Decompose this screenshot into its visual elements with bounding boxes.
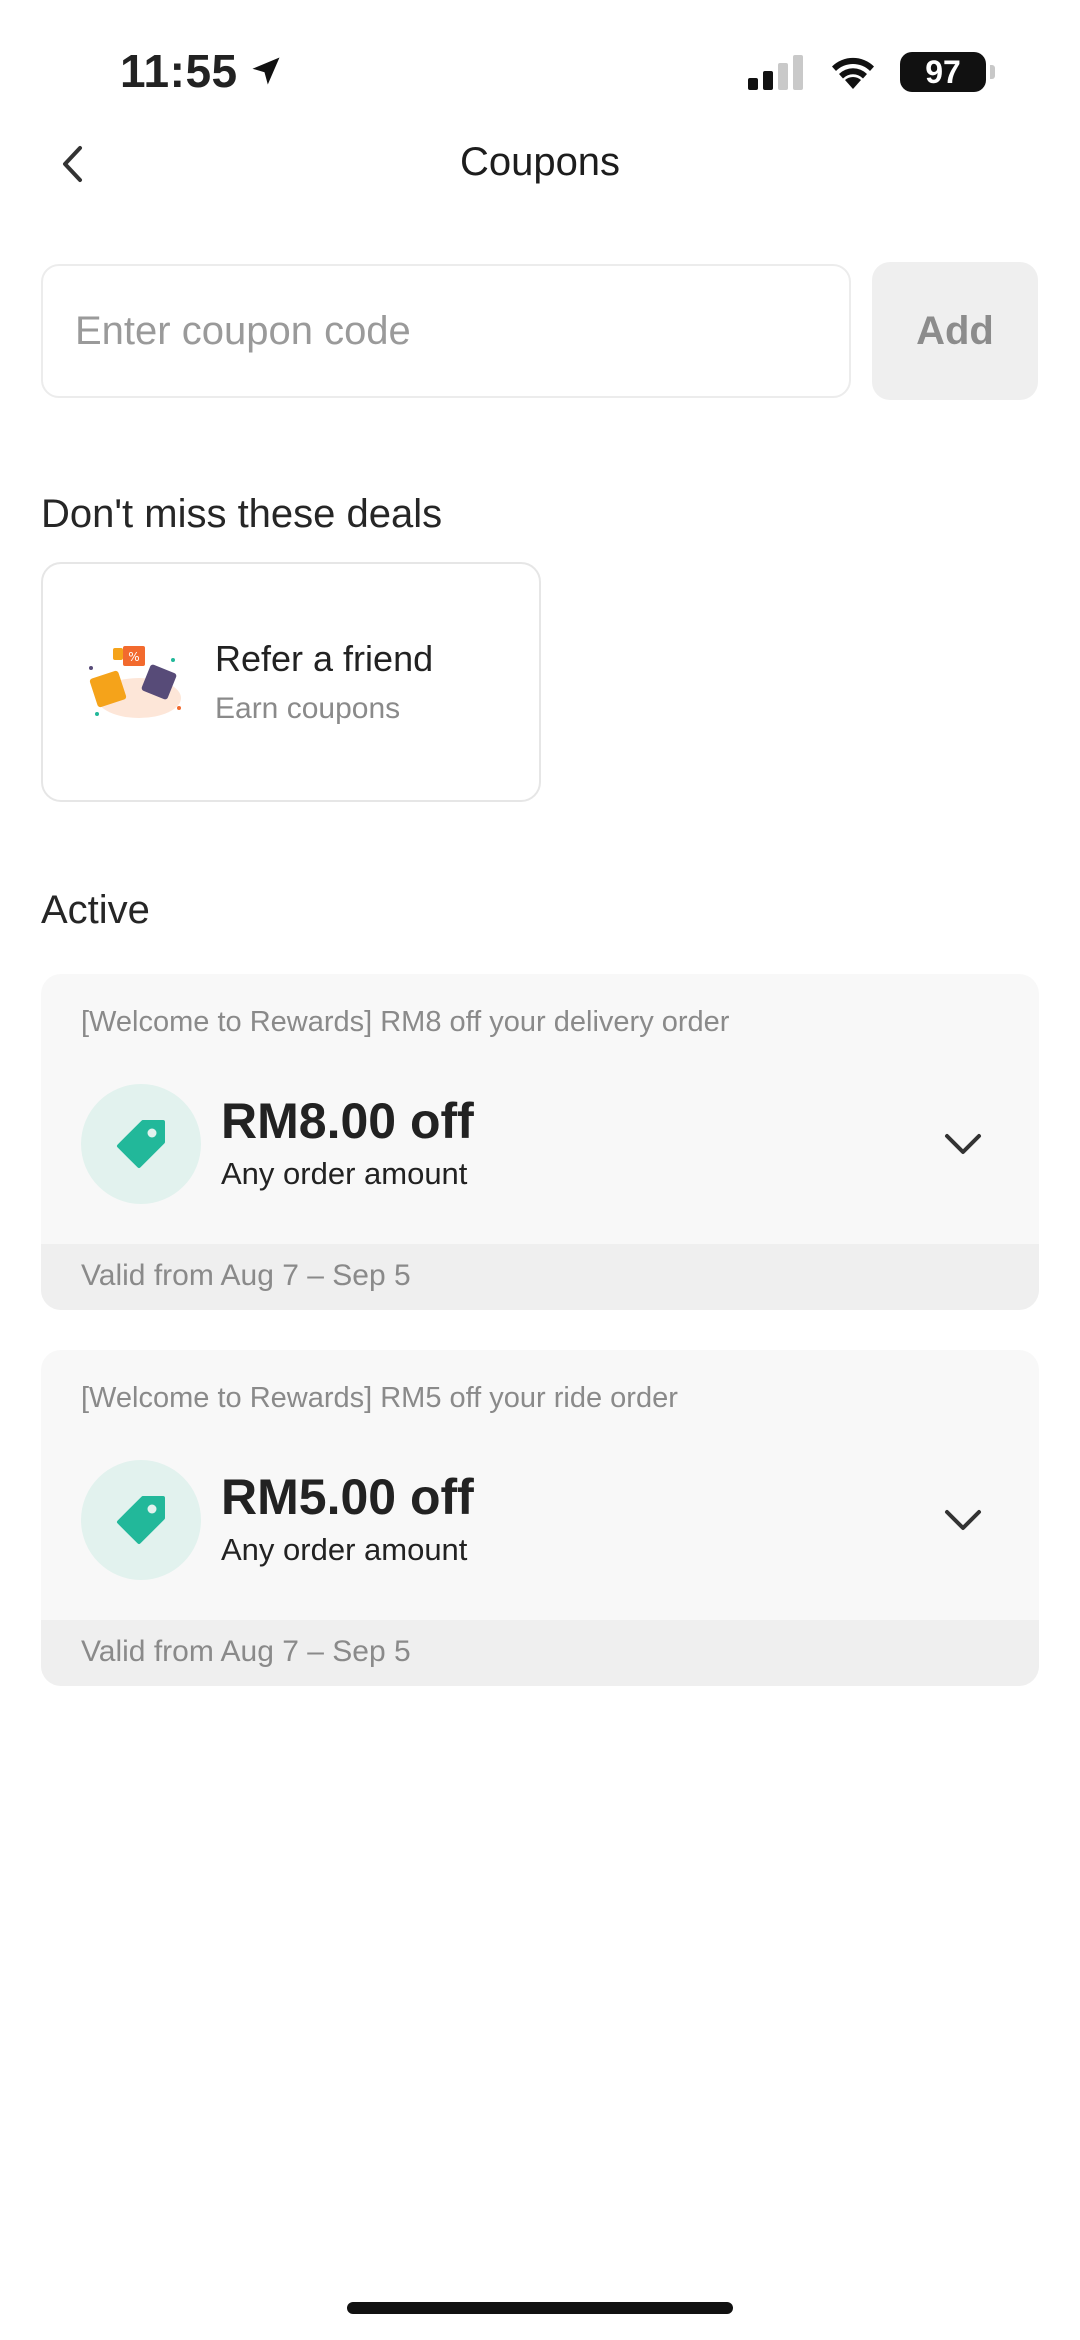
deal-subtitle: Earn coupons — [215, 692, 401, 725]
location-arrow-icon — [252, 57, 280, 85]
back-chevron-icon[interactable] — [50, 140, 98, 188]
coupon-tag-badge — [81, 1084, 201, 1204]
coupon-amount: RM5.00 off — [221, 1469, 474, 1525]
chevron-down-icon[interactable] — [941, 1122, 985, 1166]
deals-section-title: Don't miss these deals — [41, 492, 443, 536]
battery-icon: 97 — [900, 52, 995, 92]
coupon-description: [Welcome to Rewards] RM5 off your ride o… — [81, 1382, 678, 1414]
coupon-validity: Valid from Aug 7 – Sep 5 — [81, 1259, 411, 1292]
wifi-icon — [832, 57, 874, 89]
status-indicators: 97 — [748, 52, 995, 92]
tag-icon — [117, 1120, 165, 1168]
add-coupon-button[interactable]: Add — [872, 262, 1038, 400]
deal-title: Refer a friend — [215, 638, 434, 679]
active-section-title: Active — [41, 888, 150, 932]
status-time-text: 11:55 — [120, 45, 238, 97]
coupon-card[interactable]: [Welcome to Rewards] RM5 off your ride o… — [41, 1350, 1039, 1686]
page-title: Coupons — [459, 140, 621, 184]
status-time: 11:55 — [120, 44, 284, 98]
coupon-validity-bar: Valid from Aug 7 – Sep 5 — [41, 1244, 1039, 1310]
chevron-down-icon[interactable] — [941, 1498, 985, 1542]
home-indicator[interactable] — [347, 2302, 733, 2314]
coupon-condition: Any order amount — [221, 1156, 468, 1191]
coupon-card[interactable]: [Welcome to Rewards] RM8 off your delive… — [41, 974, 1039, 1310]
battery-level: 97 — [925, 53, 961, 90]
tag-icon — [117, 1496, 165, 1544]
coupon-description: [Welcome to Rewards] RM8 off your delive… — [81, 1006, 730, 1038]
coupon-code-input[interactable] — [41, 264, 851, 398]
coupon-amount: RM8.00 off — [221, 1093, 474, 1149]
coupon-validity: Valid from Aug 7 – Sep 5 — [81, 1635, 411, 1668]
refer-friend-illustration: % — [89, 646, 181, 718]
coupon-tag-badge — [81, 1460, 201, 1580]
deal-card-refer-friend[interactable]: % Refer a friend Earn coupons — [41, 562, 541, 802]
svg-text:%: % — [128, 650, 139, 664]
coupon-validity-bar: Valid from Aug 7 – Sep 5 — [41, 1620, 1039, 1686]
coupon-condition: Any order amount — [221, 1532, 468, 1567]
cellular-signal-icon — [748, 55, 803, 90]
